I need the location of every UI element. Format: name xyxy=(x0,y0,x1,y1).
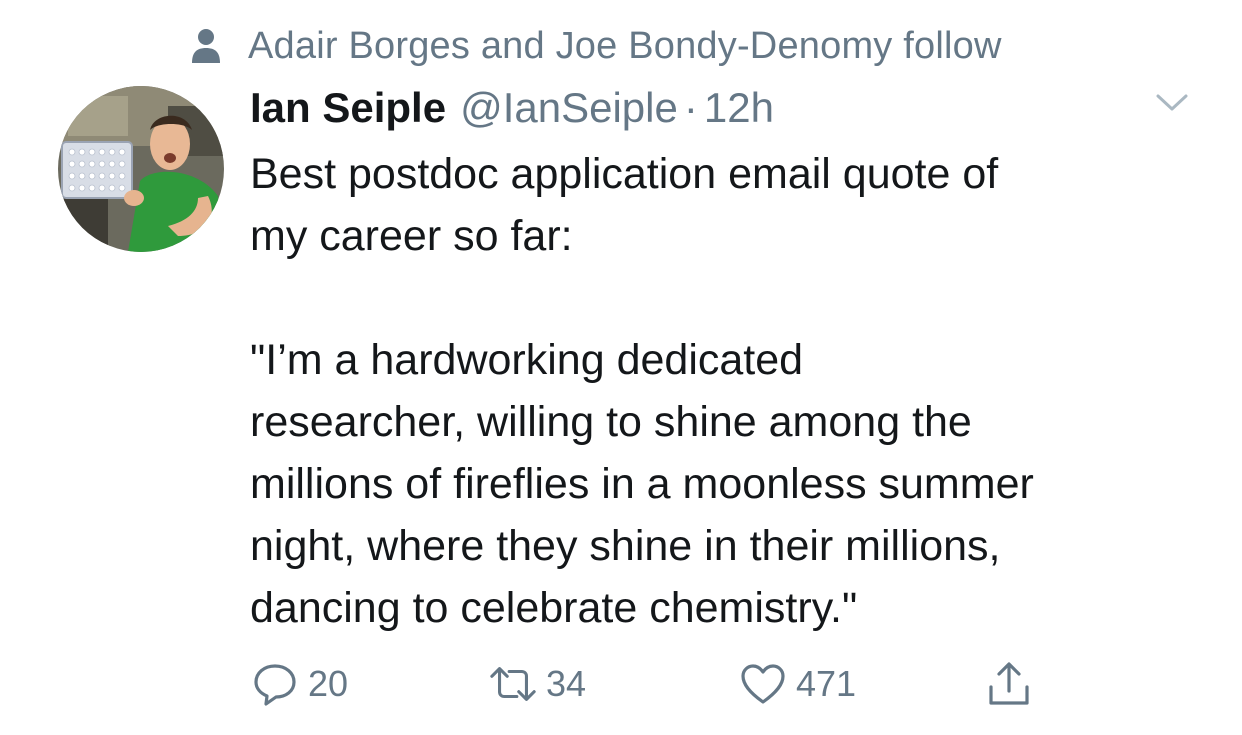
chevron-down-icon[interactable] xyxy=(1152,88,1192,118)
retweet-icon xyxy=(488,659,538,709)
tweet-line: my career so far: xyxy=(250,212,573,260)
person-icon xyxy=(188,26,224,66)
social-context-text: Adair Borges and Joe Bondy-Denomy follow xyxy=(248,24,1002,67)
share-button[interactable] xyxy=(984,656,1034,712)
user-handle[interactable]: @IanSeiple xyxy=(460,84,678,132)
tweet-line: researcher, willing to shine among the xyxy=(250,398,972,446)
retweet-count: 34 xyxy=(546,663,587,704)
heart-icon xyxy=(738,659,788,709)
like-button[interactable]: 471 xyxy=(738,656,856,712)
display-name[interactable]: Ian Seiple xyxy=(250,84,446,132)
social-context: Adair Borges and Joe Bondy-Denomy follow xyxy=(188,22,1002,70)
reply-button[interactable]: 20 xyxy=(250,656,348,712)
tweet-line: night, where they shine in their million… xyxy=(250,522,1001,570)
tweet-line: dancing to celebrate chemistry." xyxy=(250,584,858,632)
tweet-line: "I’m a hardworking dedicated xyxy=(250,336,804,384)
timestamp[interactable]: 12h xyxy=(704,84,774,132)
reply-count: 20 xyxy=(308,663,349,704)
avatar[interactable] xyxy=(58,86,224,252)
tweet-text: Best postdoc application email quote of … xyxy=(250,143,1210,639)
retweet-button[interactable]: 34 xyxy=(488,656,586,712)
reply-icon xyxy=(250,659,300,709)
tweet[interactable]: Adair Borges and Joe Bondy-Denomy follow xyxy=(0,0,1242,735)
separator-dot: · xyxy=(683,84,698,131)
like-count: 471 xyxy=(796,663,857,704)
tweet-actions: 20 34 471 xyxy=(250,656,1070,712)
share-icon xyxy=(984,659,1034,709)
tweet-line: millions of fireflies in a moonless summ… xyxy=(250,460,1034,508)
tweet-header: Ian Seiple @IanSeiple · 12h xyxy=(250,78,774,138)
tweet-line: Best postdoc application email quote of xyxy=(250,150,999,198)
